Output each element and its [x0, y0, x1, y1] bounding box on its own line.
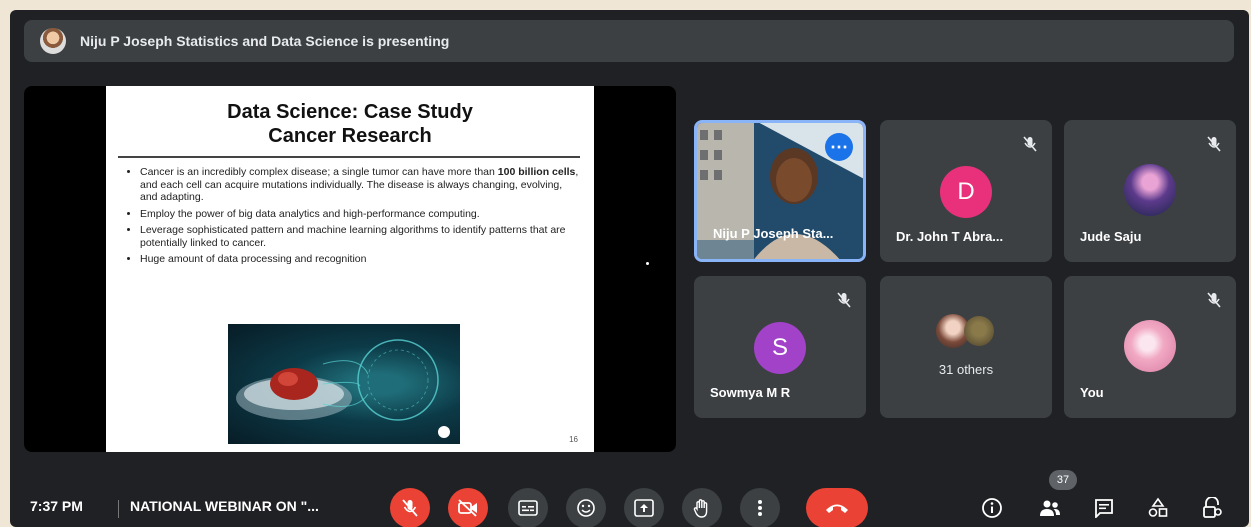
people-icon: [1040, 500, 1060, 516]
participant-name: Sowmya M R: [710, 385, 791, 400]
meet-window: Niju P Joseph Statistics and Data Scienc…: [10, 10, 1249, 527]
meeting-details-button[interactable]: [978, 494, 1006, 522]
mic-off-icon: [1023, 136, 1037, 152]
presentation-stage[interactable]: Data Science: Case Study Cancer Research…: [24, 86, 676, 452]
presentation-slide: Data Science: Case Study Cancer Research…: [106, 86, 594, 452]
separator: [118, 500, 119, 518]
raise-hand-button[interactable]: [682, 488, 722, 527]
participant-tile-jude[interactable]: Jude Saju: [1064, 120, 1236, 262]
mic-off-icon: [837, 292, 851, 308]
slide-bullet: Employ the power of big data analytics a…: [140, 208, 580, 221]
participant-tile-you[interactable]: You: [1064, 276, 1236, 418]
slide-bullet: Leverage sophisticated pattern and machi…: [140, 224, 580, 249]
more-options-button[interactable]: [740, 488, 780, 527]
slide-title-rule: [118, 156, 580, 158]
more-vert-icon: [758, 500, 762, 516]
leave-call-button[interactable]: [806, 488, 868, 527]
host-controls-icon: [1203, 497, 1222, 518]
mic-off-icon: [402, 499, 418, 517]
slide-title-line2: Cancer Research: [268, 125, 432, 147]
bullet-bold-text: 100 billion cells: [497, 166, 576, 178]
slide-bullets: Cancer is an incredibly complex disease;…: [120, 166, 580, 270]
captions-button[interactable]: [508, 488, 548, 527]
info-icon: [982, 498, 1002, 518]
camera-toggle-button[interactable]: [448, 488, 488, 527]
participant-name: Jude Saju: [1080, 229, 1142, 244]
slide-bullet: Cancer is an incredibly complex disease;…: [140, 166, 580, 204]
participant-tile-others[interactable]: 31 others: [880, 276, 1052, 418]
slide-image: [228, 324, 460, 444]
chat-button[interactable]: [1090, 494, 1118, 522]
slide-title-line1: Data Science: Case Study: [227, 101, 473, 123]
emoji-icon: [577, 499, 595, 517]
participant-avatar: [1124, 320, 1176, 372]
activities-icon: [1148, 497, 1168, 517]
present-icon: [634, 499, 654, 517]
mic-off-icon: [1207, 136, 1221, 152]
captions-icon: [518, 500, 538, 516]
participant-tile-john[interactable]: D Dr. John T Abra...: [880, 120, 1052, 262]
presenter-avatar: [40, 28, 66, 54]
participant-name: Dr. John T Abra...: [896, 229, 1004, 244]
meeting-controls-bar: 7:37 PM NATIONAL WEBINAR ON "... 37: [10, 468, 1249, 527]
participant-tile-presenter[interactable]: ⋯ Niju P Joseph Sta...: [694, 120, 866, 262]
participant-tile-sowmya[interactable]: S Sowmya M R: [694, 276, 866, 418]
participant-initial: D: [940, 166, 992, 218]
mic-off-icon: [1207, 292, 1221, 308]
initial-letter: S: [771, 334, 788, 361]
pointer-dot: [646, 262, 649, 265]
call-end-icon: [826, 504, 848, 513]
slide-page-number: 16: [569, 435, 578, 444]
others-label: 31 others: [938, 362, 994, 377]
chat-icon: [1095, 499, 1113, 518]
meeting-title[interactable]: NATIONAL WEBINAR ON "...: [130, 498, 319, 514]
raise-hand-icon: [693, 499, 708, 518]
participant-name: You: [1080, 385, 1104, 400]
bullet-text: Cancer is an incredibly complex disease;…: [140, 166, 498, 178]
camera-off-icon: [458, 499, 477, 517]
present-now-button[interactable]: [624, 488, 664, 527]
participant-initial: S: [754, 322, 806, 374]
tile-options-button[interactable]: ⋯: [825, 133, 853, 161]
host-controls-button[interactable]: [1198, 494, 1226, 522]
others-avatar: [964, 316, 994, 346]
people-button[interactable]: [1036, 494, 1064, 522]
slide-title: Data Science: Case Study Cancer Research: [106, 86, 594, 148]
participant-avatar: [1124, 164, 1176, 216]
reactions-button[interactable]: [566, 488, 606, 527]
presenting-banner: Niju P Joseph Statistics and Data Scienc…: [24, 20, 1234, 62]
activities-button[interactable]: [1144, 494, 1172, 522]
mic-toggle-button[interactable]: [390, 488, 430, 527]
slide-bullet: Huge amount of data processing and recog…: [140, 253, 580, 266]
clock: 7:37 PM: [30, 498, 83, 514]
initial-letter: D: [957, 178, 975, 205]
participant-name: Niju P Joseph Sta...: [713, 226, 834, 241]
presenting-text: Niju P Joseph Statistics and Data Scienc…: [80, 33, 450, 49]
participant-count-badge: 37: [1049, 470, 1077, 490]
